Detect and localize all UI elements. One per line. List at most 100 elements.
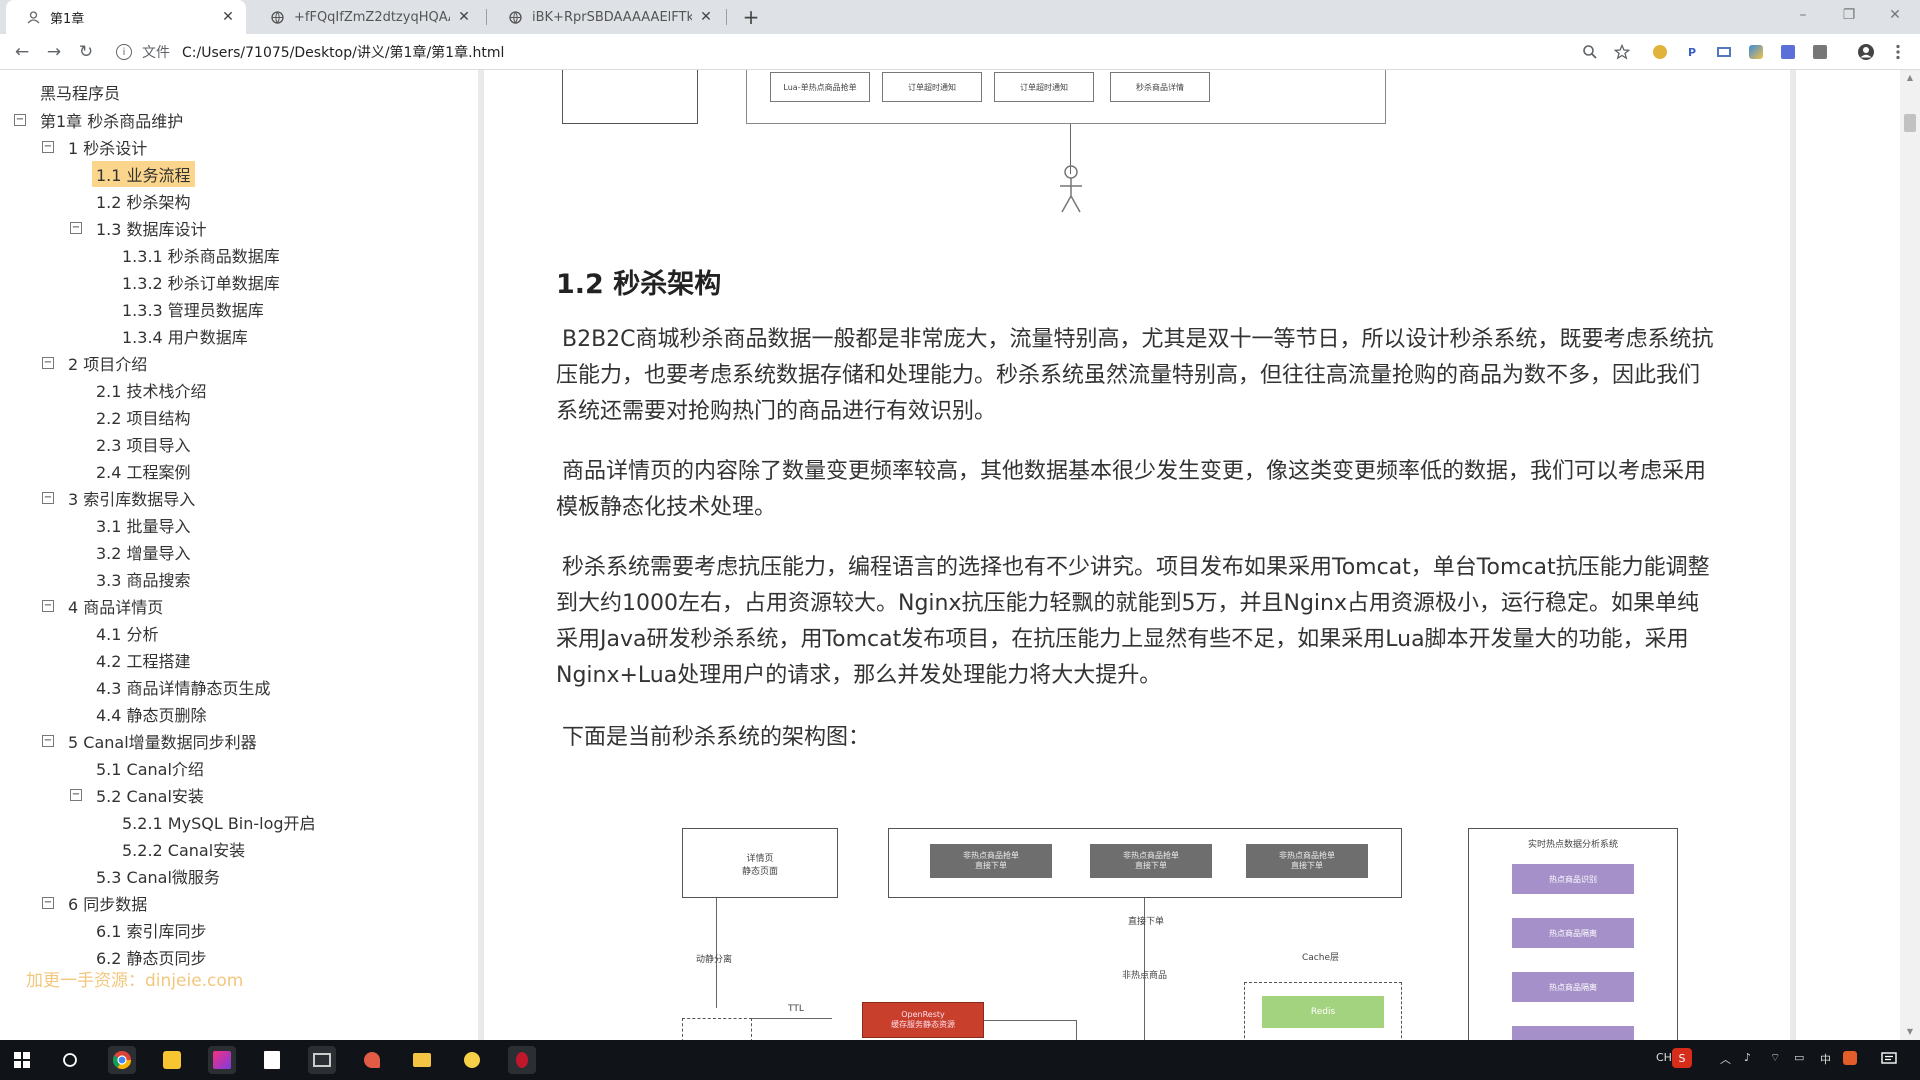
toc-item[interactable]: 5.2.2 Canal安装 bbox=[118, 837, 249, 861]
toc-item[interactable]: 1.3.4 用户数据库 bbox=[118, 324, 252, 348]
minimize-button[interactable]: – bbox=[1780, 0, 1826, 30]
menu-kebab-icon[interactable] bbox=[1888, 42, 1908, 62]
notepad-icon[interactable] bbox=[258, 1046, 286, 1074]
toc-item[interactable]: 1.3.2 秒杀订单数据库 bbox=[118, 270, 284, 294]
zoom-icon[interactable] bbox=[1580, 42, 1600, 62]
tab-chapter1[interactable]: 第1章 ✕ bbox=[6, 0, 246, 34]
new-tab-button[interactable]: + bbox=[736, 2, 766, 32]
extension-color-icon[interactable] bbox=[1746, 42, 1766, 62]
toc-item[interactable]: 第1章 秒杀商品维护 bbox=[36, 108, 187, 132]
search-circle-icon[interactable] bbox=[56, 1046, 84, 1074]
openresty-box: OpenResty 缓存服务静态资源 bbox=[862, 1002, 984, 1038]
toc-root[interactable]: 黑马程序员 bbox=[36, 80, 124, 104]
collapse-toggle-icon[interactable]: − bbox=[42, 141, 54, 153]
collapse-toggle-icon[interactable]: − bbox=[42, 357, 54, 369]
tab-title: iBK+RprSBDAAAAAElFTkSuQ… bbox=[532, 9, 692, 25]
tab-image-1[interactable]: +fFQqIfZmZ2dtzyqHQAAgH… ✕ bbox=[250, 0, 482, 34]
collapse-toggle-icon[interactable]: − bbox=[70, 222, 82, 234]
close-icon[interactable]: ✕ bbox=[698, 9, 714, 25]
toc-item[interactable]: 3.3 商品搜索 bbox=[92, 567, 195, 591]
hotspot-button-partial bbox=[1512, 1026, 1634, 1040]
toc-item[interactable]: 2 项目介绍 bbox=[64, 351, 151, 375]
close-window-button[interactable]: ✕ bbox=[1872, 0, 1918, 30]
toc-item[interactable]: 1.2 秒杀架构 bbox=[92, 189, 195, 213]
input-language-label[interactable]: CH bbox=[1656, 1051, 1672, 1064]
recorder-icon[interactable] bbox=[508, 1046, 536, 1074]
collapse-toggle-icon[interactable]: − bbox=[14, 114, 26, 126]
toc-item[interactable]: 4.1 分析 bbox=[92, 621, 163, 645]
collapse-toggle-icon[interactable]: − bbox=[42, 897, 54, 909]
vertical-scrollbar[interactable]: ▲ ▼ bbox=[1900, 70, 1920, 1040]
notification-icon[interactable] bbox=[1878, 1048, 1900, 1070]
close-icon[interactable]: ✕ bbox=[456, 9, 472, 25]
toc-item[interactable]: 1.3.3 管理员数据库 bbox=[118, 297, 268, 321]
scroll-up-arrow[interactable]: ▲ bbox=[1900, 70, 1920, 86]
toc-item[interactable]: 4.3 商品详情静态页生成 bbox=[92, 675, 275, 699]
toc-item-label: 1.1 业务流程 bbox=[92, 161, 195, 187]
extension-grid-icon[interactable] bbox=[1778, 42, 1798, 62]
windows-taskbar: CH S ︿ ♪ ⌔ ▭ 中 bbox=[0, 1040, 1920, 1080]
address-url[interactable]: C:/Users/71075/Desktop/讲义/第1章/第1章.html bbox=[182, 42, 504, 62]
volume-icon[interactable]: ♪ bbox=[1744, 1051, 1751, 1064]
collapse-toggle-icon[interactable]: − bbox=[70, 789, 82, 801]
back-button[interactable]: ← bbox=[8, 38, 36, 66]
reload-button[interactable]: ↻ bbox=[72, 38, 100, 66]
scroll-down-arrow[interactable]: ▼ bbox=[1900, 1024, 1920, 1040]
toc-item[interactable]: 5 Canal增量数据同步利器 bbox=[64, 729, 261, 753]
ime-mode-label[interactable]: 中 bbox=[1820, 1051, 1831, 1067]
extension-screen-icon[interactable] bbox=[1714, 42, 1734, 62]
right-gutter bbox=[1790, 70, 1796, 1040]
security-app-icon[interactable] bbox=[1840, 1048, 1860, 1068]
toc-item[interactable]: 1.1 业务流程 bbox=[92, 161, 195, 187]
forward-button[interactable]: → bbox=[40, 38, 68, 66]
collapse-toggle-icon[interactable]: − bbox=[42, 492, 54, 504]
bookmark-star-icon[interactable] bbox=[1612, 42, 1632, 62]
app-yellow-icon[interactable] bbox=[158, 1046, 186, 1074]
toc-item[interactable]: 5.3 Canal微服务 bbox=[92, 864, 224, 888]
toc-item[interactable]: 5.1 Canal介绍 bbox=[92, 756, 208, 780]
app-red-icon[interactable] bbox=[358, 1046, 386, 1074]
toc-item[interactable]: 1.3 数据库设计 bbox=[92, 216, 211, 240]
toc-item-label: 2 项目介绍 bbox=[68, 355, 148, 374]
toc-item[interactable]: 2.2 项目结构 bbox=[92, 405, 195, 429]
restore-button[interactable]: ❐ bbox=[1826, 0, 1872, 30]
profile-icon[interactable] bbox=[1856, 42, 1876, 62]
extension-p-icon[interactable]: P bbox=[1682, 42, 1702, 62]
toc-item-label: 2.2 项目结构 bbox=[96, 409, 191, 428]
tray-expand-icon[interactable]: ︿ bbox=[1720, 1051, 1731, 1067]
toc-item-label: 1.3 数据库设计 bbox=[96, 220, 207, 239]
collapse-toggle-icon[interactable]: − bbox=[42, 735, 54, 747]
battery-icon[interactable]: ▭ bbox=[1794, 1051, 1804, 1064]
scrollbar-thumb[interactable] bbox=[1904, 114, 1916, 132]
chrome-icon[interactable] bbox=[108, 1046, 136, 1074]
windows-start-icon[interactable] bbox=[8, 1046, 36, 1074]
toc-item[interactable]: 4 商品详情页 bbox=[64, 594, 167, 618]
toc-item[interactable]: 2.4 工程案例 bbox=[92, 459, 195, 483]
extension-yellow-icon[interactable] bbox=[1650, 42, 1670, 62]
info-icon[interactable]: i bbox=[116, 44, 132, 60]
toc-item[interactable]: 4.2 工程搭建 bbox=[92, 648, 195, 672]
toc-item[interactable]: 5.2.1 MySQL Bin-log开启 bbox=[118, 810, 320, 834]
toc-item[interactable]: 3.2 增量导入 bbox=[92, 540, 195, 564]
address-bar[interactable]: i 文件 C:/Users/71075/Desktop/讲义/第1章/第1章.h… bbox=[108, 38, 1608, 66]
extension-gray-icon[interactable] bbox=[1810, 42, 1830, 62]
toc-item[interactable]: 1 秒杀设计 bbox=[64, 135, 151, 159]
toc-item[interactable]: 3 索引库数据导入 bbox=[64, 486, 199, 510]
intellij-icon[interactable] bbox=[208, 1046, 236, 1074]
ime-s-icon[interactable]: S bbox=[1672, 1048, 1692, 1068]
app-chick-icon[interactable] bbox=[458, 1046, 486, 1074]
toc-item[interactable]: 3.1 批量导入 bbox=[92, 513, 195, 537]
file-explorer-icon[interactable] bbox=[408, 1046, 436, 1074]
toc-item[interactable]: 6 同步数据 bbox=[64, 891, 151, 915]
monitor-app-icon[interactable] bbox=[308, 1046, 336, 1074]
toc-item[interactable]: 1.3.1 秒杀商品数据库 bbox=[118, 243, 284, 267]
toc-item[interactable]: 2.3 项目导入 bbox=[92, 432, 195, 456]
close-icon[interactable]: ✕ bbox=[220, 9, 236, 25]
toc-item[interactable]: 6.1 索引库同步 bbox=[92, 918, 211, 942]
collapse-toggle-icon[interactable]: − bbox=[42, 600, 54, 612]
toc-item[interactable]: 2.1 技术栈介绍 bbox=[92, 378, 211, 402]
toc-item[interactable]: 5.2 Canal安装 bbox=[92, 783, 208, 807]
network-icon[interactable]: ⌔ bbox=[1770, 1051, 1780, 1065]
tab-image-2[interactable]: iBK+RprSBDAAAAAElFTkSuQ… ✕ bbox=[488, 0, 724, 34]
toc-item[interactable]: 4.4 静态页删除 bbox=[92, 702, 211, 726]
